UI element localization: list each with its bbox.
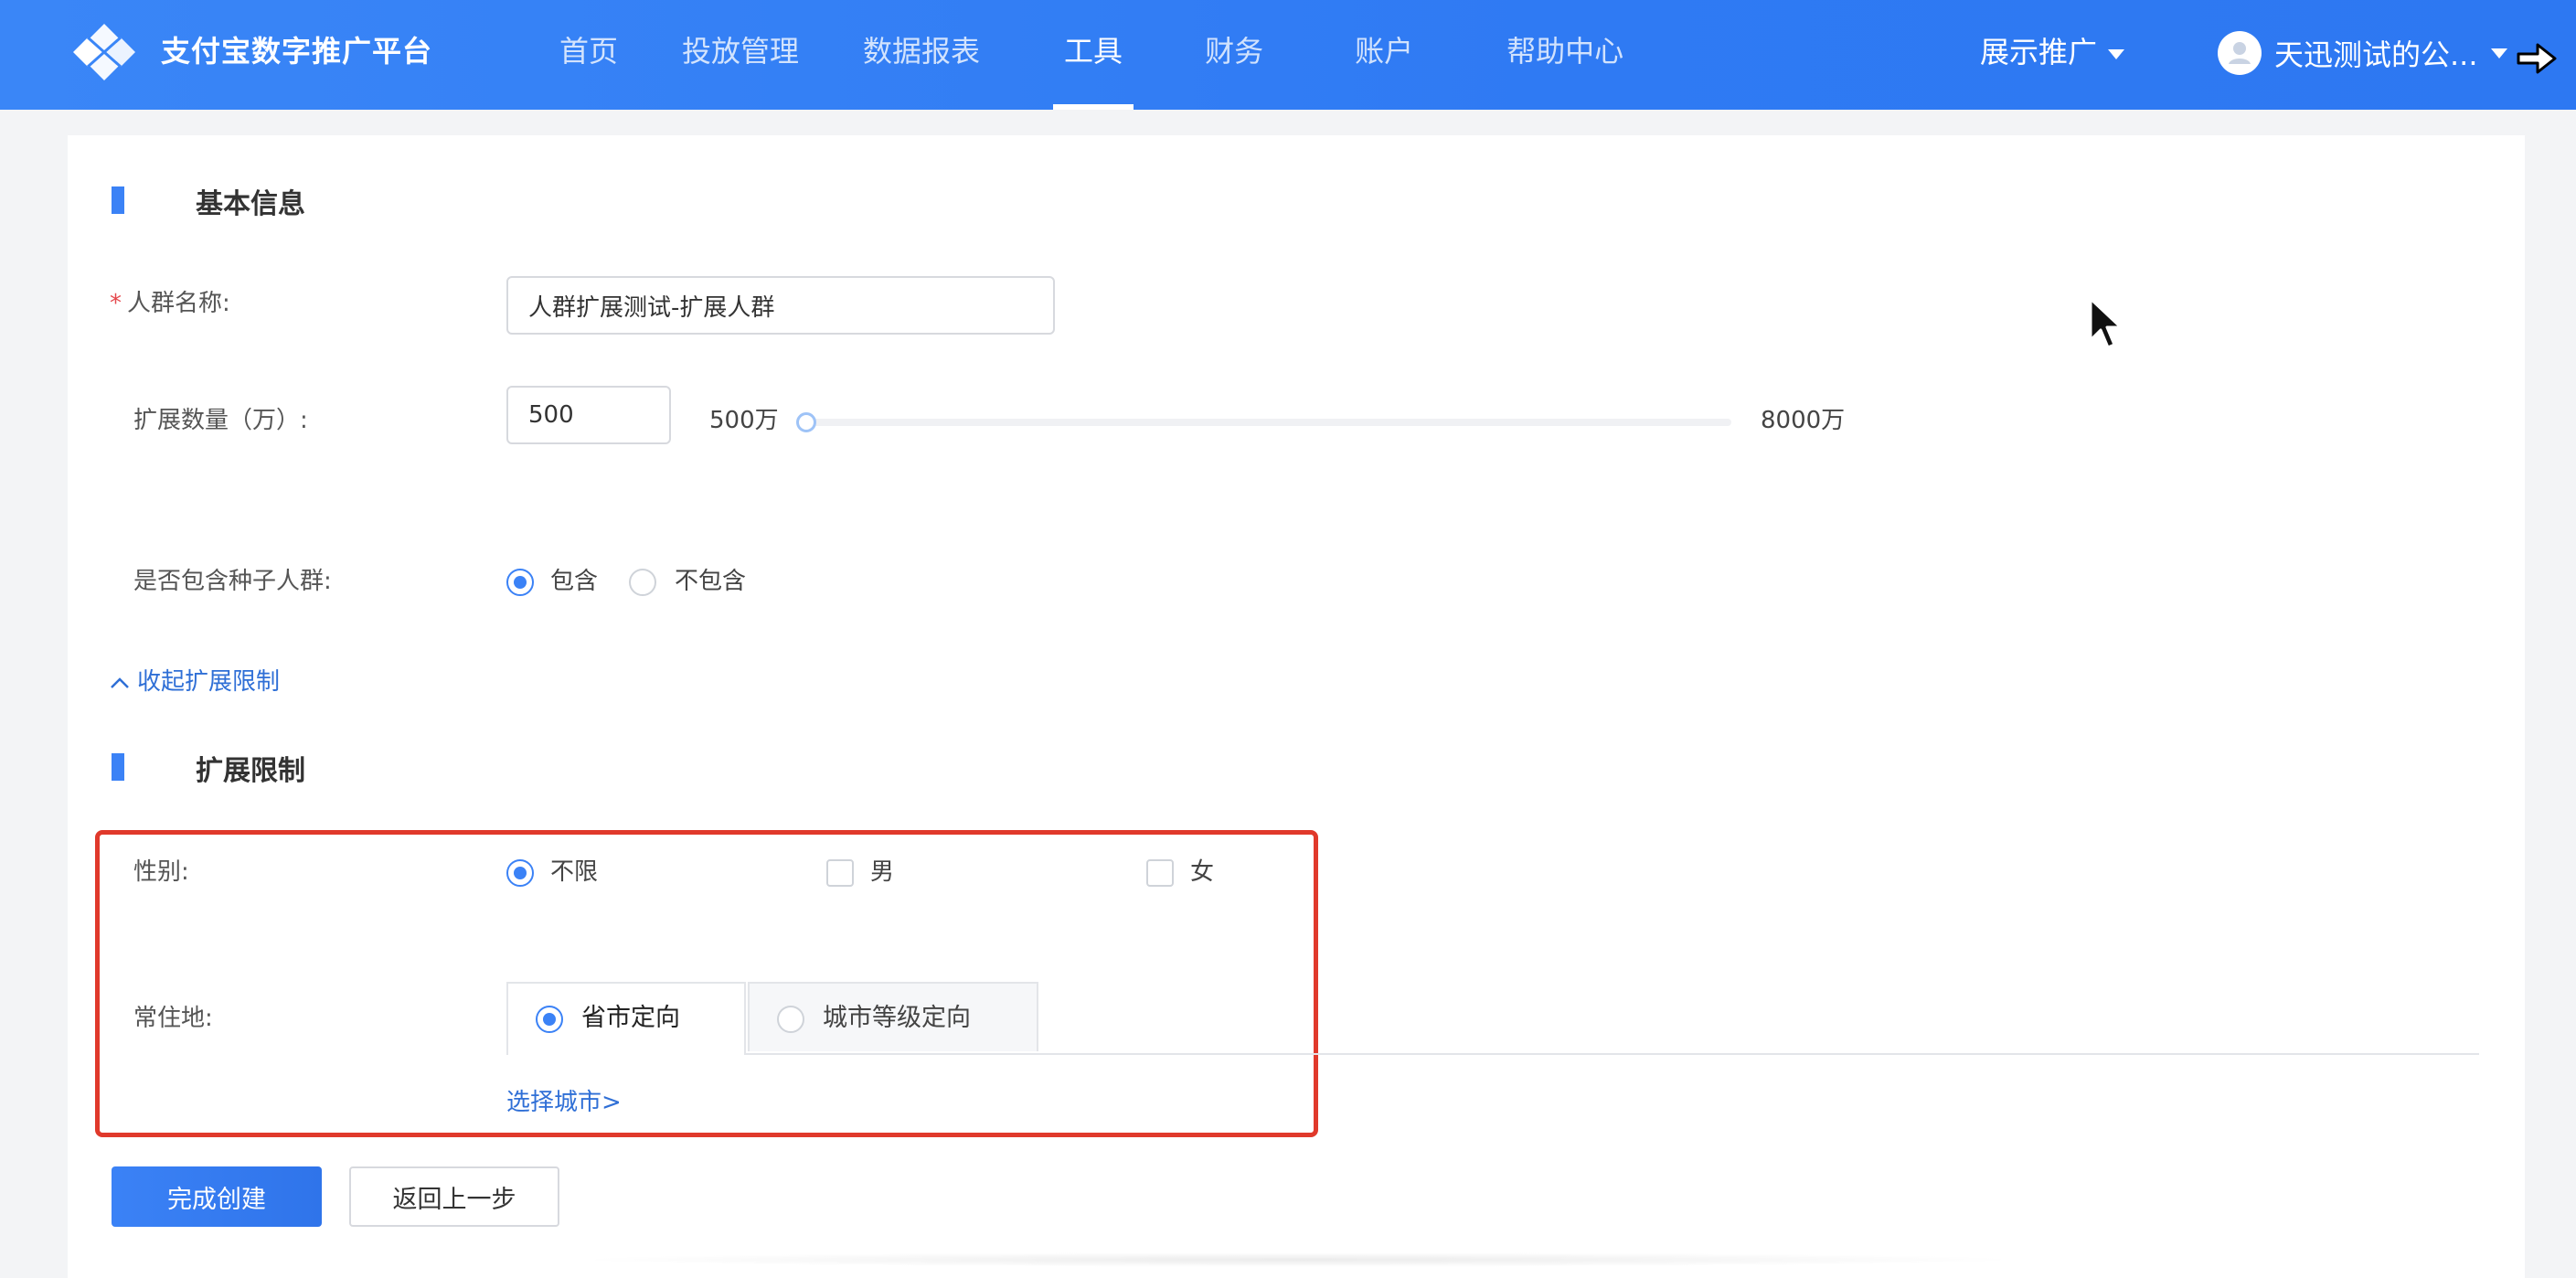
tab-city-tier[interactable]: 城市等级定向 <box>748 982 1038 1051</box>
mouse-cursor-icon <box>2089 297 2123 349</box>
section-marker <box>112 186 124 214</box>
back-button[interactable]: 返回上一步 <box>349 1166 559 1227</box>
nav-tools[interactable]: 工具 <box>1053 0 1134 110</box>
audience-name-label-text: 人群名称: <box>127 290 230 317</box>
nav-account[interactable]: 账户 <box>1355 0 1413 110</box>
audience-name-label: * 人群名称: <box>110 287 230 320</box>
complete-create-button[interactable]: 完成创建 <box>112 1166 322 1227</box>
caret-down-icon <box>2490 48 2507 59</box>
user-name: 天迅测试的公... <box>2274 37 2478 72</box>
select-city-link[interactable]: 选择城市> <box>506 1086 622 1119</box>
section-marker <box>112 753 124 781</box>
gender-male-label: 男 <box>870 858 895 886</box>
residence-label: 常住地: <box>133 1005 213 1032</box>
tab-province-city-label: 省市定向 <box>581 1004 680 1032</box>
caret-down-icon <box>2108 48 2125 59</box>
promotion-type-label: 展示推广 <box>1980 35 2098 69</box>
bottom-shadow <box>567 1252 2029 1267</box>
exclude-seed-radio[interactable] <box>629 569 656 596</box>
expand-count-input[interactable] <box>506 386 671 444</box>
nav-help-center[interactable]: 帮助中心 <box>1506 0 1623 110</box>
expand-count-label: 扩展数量（万）: <box>133 407 308 434</box>
user-avatar-icon <box>2218 31 2262 75</box>
nav-campaign-management[interactable]: 投放管理 <box>682 0 799 110</box>
tab-province-city[interactable]: 省市定向 <box>506 982 746 1055</box>
expand-count-slider-track[interactable] <box>806 419 1731 426</box>
collapse-restrictions-link[interactable]: 收起扩展限制 <box>110 666 280 698</box>
gender-any-label: 不限 <box>550 858 599 886</box>
gender-any-radio[interactable] <box>506 859 534 887</box>
nav-finance[interactable]: 财务 <box>1205 0 1263 110</box>
chevron-up-icon <box>111 676 129 688</box>
gender-male-checkbox[interactable] <box>826 859 854 887</box>
slider-max-label: 8000万 <box>1761 407 1846 434</box>
include-seed-radio[interactable] <box>506 569 534 596</box>
slider-min-label: 500万 <box>709 407 779 434</box>
gender-label: 性别: <box>133 858 189 886</box>
include-seed-option-label: 包含 <box>550 568 599 595</box>
audience-name-input[interactable] <box>506 276 1055 335</box>
nav-data-reports[interactable]: 数据报表 <box>863 0 980 110</box>
logout-arrow-icon[interactable] <box>2516 40 2558 77</box>
section-title-basic-info: 基本信息 <box>196 188 305 220</box>
expand-count-slider-handle[interactable] <box>796 412 816 432</box>
city-tier-radio[interactable] <box>777 1006 804 1033</box>
exclude-seed-option-label: 不包含 <box>675 568 747 595</box>
brand-title: 支付宝数字推广平台 <box>161 34 433 69</box>
collapse-restrictions-label: 收起扩展限制 <box>137 668 281 696</box>
tab-divider <box>506 1053 2479 1055</box>
province-city-radio[interactable] <box>536 1006 563 1033</box>
gender-female-checkbox[interactable] <box>1146 859 1174 887</box>
gender-female-label: 女 <box>1190 858 1215 886</box>
section-title-restrictions: 扩展限制 <box>196 755 305 787</box>
required-asterisk: * <box>110 290 122 317</box>
top-navigation-bar: 支付宝数字推广平台 首页 投放管理 数据报表 工具 财务 账户 帮助中心 展示推… <box>0 0 2576 110</box>
user-menu[interactable]: 天迅测试的公... <box>2218 27 2507 79</box>
promotion-type-dropdown[interactable]: 展示推广 <box>1980 29 2125 75</box>
tab-city-tier-label: 城市等级定向 <box>823 1004 971 1032</box>
platform-logo-icon <box>73 24 135 80</box>
content-card: 基本信息 *人群名称: 扩展数量（万）: 500万 8000万 是否包含种子人群… <box>68 135 2525 1278</box>
main-nav: 首页 投放管理 数据报表 工具 财务 账户 帮助中心 <box>559 0 1623 110</box>
include-seed-label: 是否包含种子人群: <box>133 568 332 595</box>
nav-home[interactable]: 首页 <box>559 0 618 110</box>
